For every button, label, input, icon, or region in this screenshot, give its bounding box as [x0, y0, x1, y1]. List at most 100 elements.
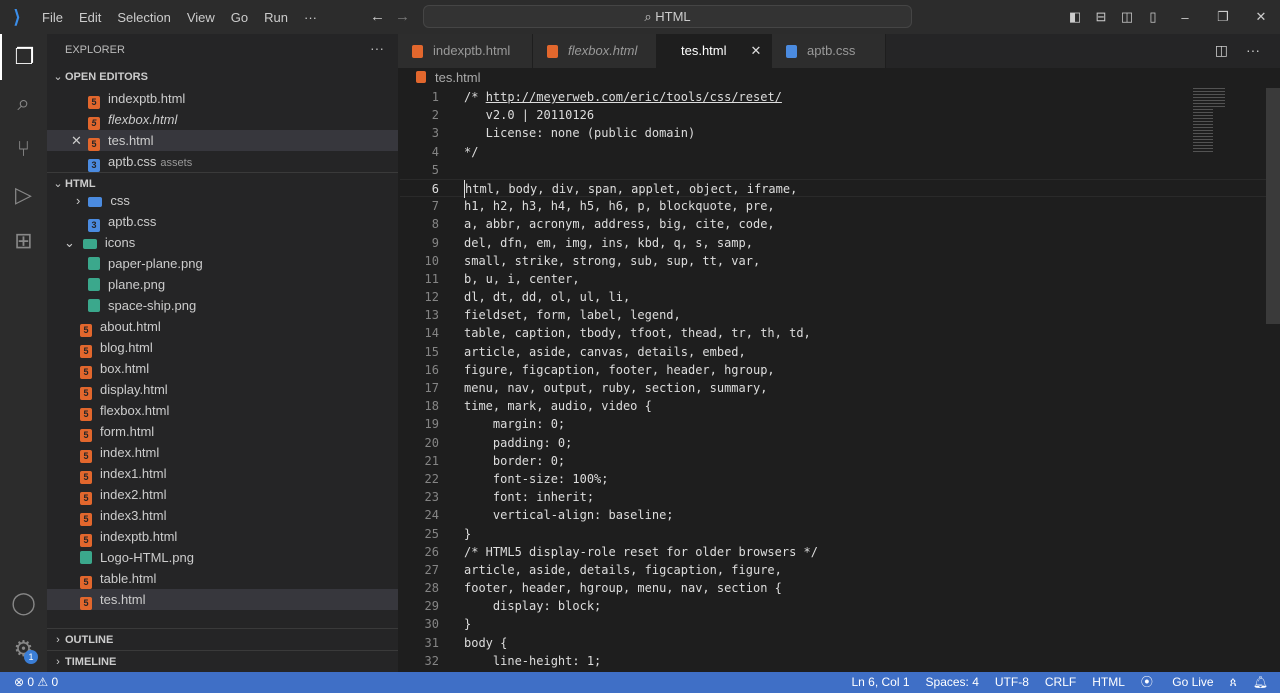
tab-aptb-css[interactable]: aptb.css [772, 34, 886, 68]
tab-flexbox[interactable]: flexbox.html [533, 34, 657, 68]
open-editor-item[interactable]: 5 flexbox.html [47, 109, 398, 130]
menu-selection[interactable]: Selection [117, 10, 170, 25]
accounts-icon[interactable]: ጰ [1230, 672, 1237, 693]
file-tree-item[interactable]: 5 indexptb.html [47, 526, 398, 547]
line-number: 4 [431, 144, 439, 159]
line-number: 10 [424, 253, 439, 268]
close-window-button[interactable]: ✕ [1242, 9, 1280, 25]
go-live-button[interactable]: ⦿ Go Live [1141, 672, 1214, 693]
menu-run[interactable]: Run [264, 10, 288, 25]
chevron-icon[interactable]: › [76, 193, 80, 208]
file-tree-item[interactable]: 3 aptb.css [47, 211, 398, 232]
outline-header[interactable]: › OUTLINE [47, 629, 398, 651]
chevron-icon[interactable]: ⌄ [64, 235, 75, 250]
file-tree-item[interactable]: 5 index2.html [47, 484, 398, 505]
menu-edit[interactable]: Edit [79, 10, 101, 25]
file-tree-item[interactable]: 5 box.html [47, 358, 398, 379]
close-icon[interactable]: ✕ [71, 130, 82, 151]
explorer-icon[interactable]: ❐ [0, 34, 47, 80]
timeline-header[interactable]: › TIMELINE [47, 651, 398, 673]
customize-layout-icon[interactable]: ▯ [1140, 9, 1166, 25]
tab-indexptb[interactable]: indexptb.html [398, 34, 533, 68]
menu-more[interactable]: ··· [304, 10, 317, 25]
line-ending[interactable]: CRLF [1045, 672, 1076, 693]
css-file-icon: 3 [88, 219, 100, 232]
vertical-scrollbar[interactable] [1266, 88, 1280, 324]
file-tree-item[interactable]: 5 display.html [47, 379, 398, 400]
toggle-sidebar-icon[interactable]: ◧ [1062, 9, 1088, 25]
notifications-bell-icon[interactable]: 🔔︎ [1253, 672, 1268, 693]
code-line: 20 padding: 0; [400, 434, 1266, 452]
search-icon[interactable]: ⌕ [0, 80, 47, 126]
forward-arrow-icon[interactable]: → [395, 8, 410, 25]
file-tree-item[interactable]: 5 flexbox.html [47, 400, 398, 421]
menu-file[interactable]: File [42, 10, 63, 25]
line-number: 3 [431, 126, 439, 141]
file-tree-item[interactable]: 5 about.html [47, 316, 398, 337]
close-tab-icon[interactable]: ✕ [751, 34, 762, 68]
css-file-icon [786, 44, 797, 58]
line-number: 21 [424, 453, 439, 468]
file-tree-item[interactable]: space-ship.png [47, 295, 398, 316]
html-file-icon: 5 [80, 492, 92, 505]
file-tree-item[interactable]: Logo-HTML.png [47, 547, 398, 568]
more-actions-icon[interactable]: ··· [1246, 42, 1260, 58]
code-line: 11 b, u, i, center, [400, 270, 1266, 288]
indentation[interactable]: Spaces: 4 [926, 672, 979, 693]
code-line: 9 del, dfn, em, img, ins, kbd, q, s, samp… [400, 234, 1266, 252]
open-editor-item[interactable]: ✕ 5 tes.html [47, 130, 398, 151]
back-arrow-icon[interactable]: ← [370, 8, 385, 25]
file-tree-item[interactable]: plane.png [47, 274, 398, 295]
restore-button[interactable]: ❐ [1204, 9, 1242, 25]
more-actions-icon[interactable]: ··· [370, 32, 384, 64]
title-bar: ⟩ File Edit Selection View Go Run ··· ← → ⌕ HTM… [0, 0, 1280, 34]
language-mode[interactable]: HTML [1092, 672, 1125, 693]
code-line: 26/* HTML5 display-role reset for older … [400, 543, 1266, 561]
file-tree-item[interactable]: paper-plane.png [47, 253, 398, 274]
encoding[interactable]: UTF-8 [995, 672, 1029, 693]
breadcrumb[interactable]: tes.html [416, 69, 481, 87]
line-number: 12 [424, 290, 439, 305]
html-file-icon: 5 [80, 366, 92, 379]
command-center-search[interactable]: ⌕ HTML [423, 5, 912, 28]
open-editor-item[interactable]: 5 indexptb.html [47, 88, 398, 109]
html-file-icon: 5 [80, 513, 92, 526]
file-tree-item[interactable]: 5 form.html [47, 421, 398, 442]
toggle-secondary-sidebar-icon[interactable]: ◫ [1114, 9, 1140, 25]
file-tree-item[interactable]: 5 index.html [47, 442, 398, 463]
file-tree-item[interactable]: ⌄ icons [47, 232, 398, 253]
file-tree-item[interactable]: 5 index1.html [47, 463, 398, 484]
settings-gear-icon[interactable]: ⚙ 1 [0, 626, 47, 672]
file-tree-item[interactable]: 5 tes.html [47, 589, 398, 610]
minimize-button[interactable]: – [1166, 10, 1204, 25]
cursor-position[interactable]: Ln 6, Col 1 [851, 672, 909, 693]
activity-bar: ❐ ⌕ ⑂ ▷ ⊞ ◯ ⚙ 1 [0, 34, 47, 672]
line-number: 15 [424, 344, 439, 359]
extensions-icon[interactable]: ⊞ [0, 218, 47, 264]
url-link[interactable]: http://meyerweb.com/eric/tools/css/reset… [486, 90, 782, 104]
run-debug-icon[interactable]: ▷ [0, 172, 47, 218]
file-tree: › css 3 aptb.css ⌄ icons paper-plane.png plane.… [47, 190, 398, 620]
problems-indicator[interactable]: ⊗ 0 ⚠ 0 [14, 672, 58, 693]
toggle-panel-icon[interactable]: ⊟ [1088, 9, 1114, 25]
html-file-icon: 5 [80, 597, 92, 610]
account-icon[interactable]: ◯ [0, 580, 47, 626]
menu-view[interactable]: View [187, 10, 215, 25]
html-file-icon: 5 [80, 471, 92, 484]
file-tree-item[interactable]: › css [47, 190, 398, 211]
split-editor-icon[interactable]: ◫ [1215, 42, 1228, 58]
line-number: 11 [424, 271, 439, 286]
tab-tes[interactable]: tes.html ✕ [657, 34, 772, 68]
code-editor[interactable]: 1/* http://meyerweb.com/eric/tools/css/r… [400, 88, 1266, 672]
png-file-icon [88, 278, 100, 291]
source-control-icon[interactable]: ⑂ [0, 126, 47, 172]
code-line: 3 License: none (public domain) [400, 124, 1266, 142]
file-tree-item[interactable]: 5 table.html [47, 568, 398, 589]
open-editor-item[interactable]: 3 aptb.css assets [47, 151, 398, 172]
open-editors-header[interactable]: ⌄ OPEN EDITORS [47, 66, 398, 88]
line-number: 5 [431, 162, 439, 177]
file-tree-item[interactable]: 5 index3.html [47, 505, 398, 526]
line-number: 2 [431, 108, 439, 123]
file-tree-item[interactable]: 5 blog.html [47, 337, 398, 358]
menu-go[interactable]: Go [231, 10, 248, 25]
